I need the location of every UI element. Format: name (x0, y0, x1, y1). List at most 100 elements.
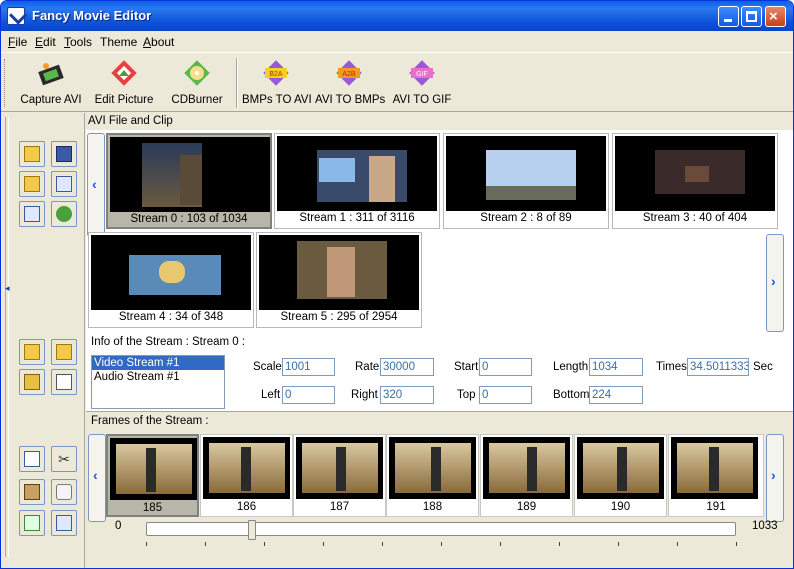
export-button[interactable] (51, 339, 77, 365)
rate-field[interactable]: 30000 (380, 358, 434, 376)
window-view-button[interactable] (51, 171, 77, 197)
panel-splitter[interactable] (5, 117, 9, 557)
stream-card[interactable]: Stream 4 : 34 of 348 (88, 232, 254, 328)
properties-button[interactable] (19, 201, 45, 227)
frame-card[interactable]: 190 (574, 434, 667, 517)
frame-slider-track[interactable] (146, 522, 736, 536)
picture-icon (111, 60, 137, 86)
left-field[interactable]: 0 (282, 386, 335, 404)
chevron-left-icon: ‹ (92, 176, 97, 192)
avi-to-bmps-button[interactable]: A2B AVI TO BMPs (315, 58, 385, 108)
toolbar-gripper[interactable] (4, 59, 7, 107)
slider-tick (146, 542, 147, 546)
bmps-to-avi-button[interactable]: B2A BMPs TO AVI (242, 58, 312, 108)
bottom-label: Bottom (553, 389, 590, 401)
stream-card[interactable]: Stream 0 : 103 of 1034 (106, 133, 272, 229)
image-button[interactable] (51, 510, 77, 536)
maximize-icon (746, 11, 757, 22)
edit-frame-button[interactable] (51, 369, 77, 395)
refresh-button[interactable] (51, 201, 77, 227)
convert-button[interactable] (19, 510, 45, 536)
open-file-button[interactable] (19, 141, 45, 167)
frames-button[interactable] (19, 369, 45, 395)
top-field[interactable]: 0 (479, 386, 532, 404)
list-item[interactable]: Video Stream #1 (92, 356, 224, 370)
cd-burner-button[interactable]: CDBurner (167, 58, 227, 108)
b2a-icon: B2A (263, 60, 289, 86)
streams-prev-button[interactable]: ‹ (87, 133, 105, 237)
close-button[interactable]: × (765, 6, 786, 27)
frames-next-button[interactable]: › (766, 434, 784, 522)
stream-card[interactable]: Stream 2 : 8 of 89 (443, 133, 609, 229)
slider-tick (264, 542, 265, 546)
edit-picture-button[interactable]: Edit Picture (93, 58, 155, 108)
frame-card[interactable]: 188 (386, 434, 479, 517)
bottom-field[interactable]: 224 (589, 386, 643, 404)
frame-card[interactable]: 185 (106, 434, 199, 517)
frame-thumbnail (389, 437, 476, 499)
start-field[interactable]: 0 (479, 358, 532, 376)
times-field[interactable]: 34.5011333 (687, 358, 749, 376)
window-title: Fancy Movie Editor (32, 8, 152, 23)
paste-button[interactable] (19, 479, 45, 505)
frame-card[interactable]: 186 (200, 434, 293, 517)
slider-min-label: 0 (115, 520, 122, 532)
slider-tick (205, 542, 206, 546)
frame-card[interactable]: 189 (480, 434, 573, 517)
start-label: Start (454, 361, 479, 373)
stream-thumbnail (277, 136, 437, 211)
menu-file[interactable]: File (8, 35, 27, 49)
cd-icon (184, 60, 210, 86)
avi-to-gif-button[interactable]: GIF AVI TO GIF (391, 58, 453, 108)
rate-label: Rate (355, 361, 380, 373)
erase-button[interactable] (51, 479, 77, 505)
frame-slider-thumb[interactable] (247, 520, 256, 540)
save-icon (56, 146, 72, 162)
cut-button[interactable]: ✂ (51, 446, 77, 472)
stream-card[interactable]: Stream 5 : 295 of 2954 (256, 232, 422, 328)
clip-panel-header: AVI File and Clip (86, 113, 793, 130)
length-label: Length (553, 361, 589, 373)
menu-about[interactable]: About (143, 35, 174, 49)
main-toolbar: Capture AVI Edit Picture CDBurner B2A BM… (1, 52, 793, 112)
slider-tick (323, 542, 324, 546)
list-item[interactable]: Audio Stream #1 (92, 370, 224, 384)
menu-tools[interactable]: Tools (64, 35, 92, 49)
frame-thumbnail (671, 437, 758, 499)
menu-edit[interactable]: Edit (35, 35, 56, 49)
stream-card[interactable]: Stream 1 : 311 of 3116 (274, 133, 440, 229)
slider-tick (559, 542, 560, 546)
save-file-button[interactable] (51, 141, 77, 167)
streams-next-button[interactable]: › (766, 234, 784, 332)
capture-avi-button[interactable]: Capture AVI (19, 58, 83, 108)
refresh-icon (56, 206, 72, 222)
maximize-button[interactable] (741, 6, 762, 27)
frame-card[interactable]: 191 (668, 434, 764, 517)
stream-card[interactable]: Stream 3 : 40 of 404 (612, 133, 778, 229)
eraser-icon (56, 484, 72, 500)
length-field[interactable]: 1034 (589, 358, 643, 376)
times-label: Times (656, 361, 687, 373)
collapse-arrow-icon[interactable]: ◂ (5, 283, 10, 294)
stream-thumbnail (91, 235, 251, 310)
copy-button[interactable] (19, 446, 45, 472)
menu-theme[interactable]: Theme (100, 35, 137, 49)
open-clip-button[interactable] (19, 171, 45, 197)
svg-text:B2A: B2A (269, 71, 283, 78)
frame-card[interactable]: 187 (293, 434, 386, 517)
title-bar[interactable]: Fancy Movie Editor × (1, 1, 793, 31)
copy-icon (24, 451, 40, 467)
stream-list[interactable]: Video Stream #1 Audio Stream #1 (91, 355, 225, 409)
scale-field[interactable]: 1001 (282, 358, 335, 376)
scale-label: Scale (253, 361, 282, 373)
import-button[interactable] (19, 339, 45, 365)
folder-open-icon (24, 146, 40, 162)
top-label: Top (457, 389, 476, 401)
minimize-button[interactable] (718, 6, 739, 27)
film-camera-icon (38, 63, 64, 86)
left-label: Left (261, 389, 281, 401)
svg-text:GIF: GIF (416, 71, 428, 78)
frames-prev-button[interactable]: ‹ (88, 434, 106, 522)
app-icon[interactable] (7, 7, 25, 25)
right-field[interactable]: 320 (380, 386, 434, 404)
